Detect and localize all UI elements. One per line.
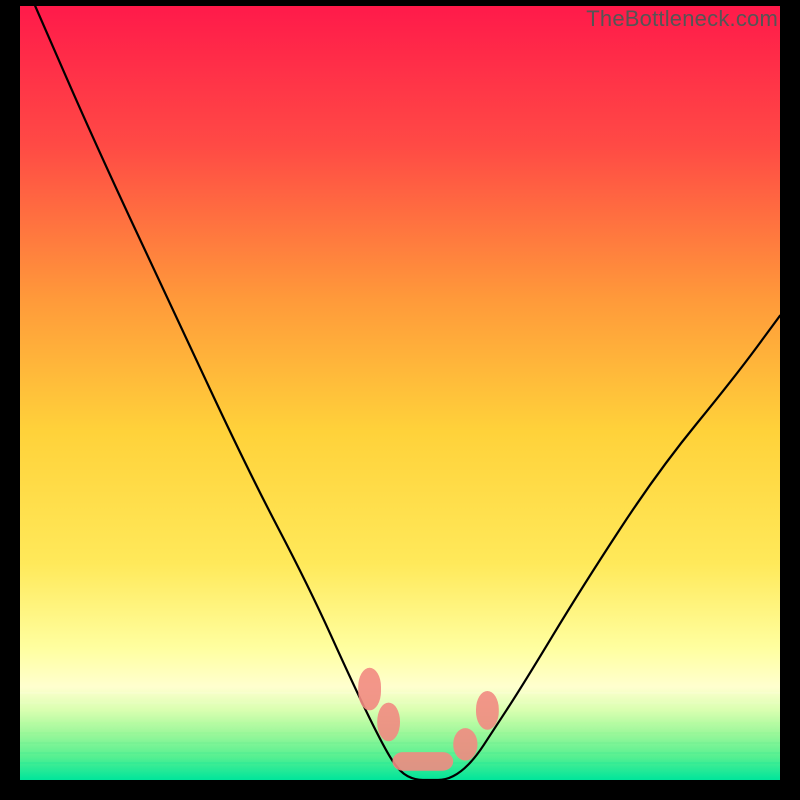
sweet-spot-blob xyxy=(476,691,499,730)
gradient-background xyxy=(20,6,780,780)
chart-svg xyxy=(20,6,780,780)
sweet-spot-blob xyxy=(358,668,381,711)
sweet-spot-blob xyxy=(453,728,477,761)
sweet-spot-blob xyxy=(392,752,453,771)
bottleneck-chart xyxy=(20,6,780,780)
sweet-spot-blob xyxy=(377,703,400,742)
watermark-text: TheBottleneck.com xyxy=(586,6,778,32)
outer-frame: TheBottleneck.com xyxy=(0,0,800,800)
